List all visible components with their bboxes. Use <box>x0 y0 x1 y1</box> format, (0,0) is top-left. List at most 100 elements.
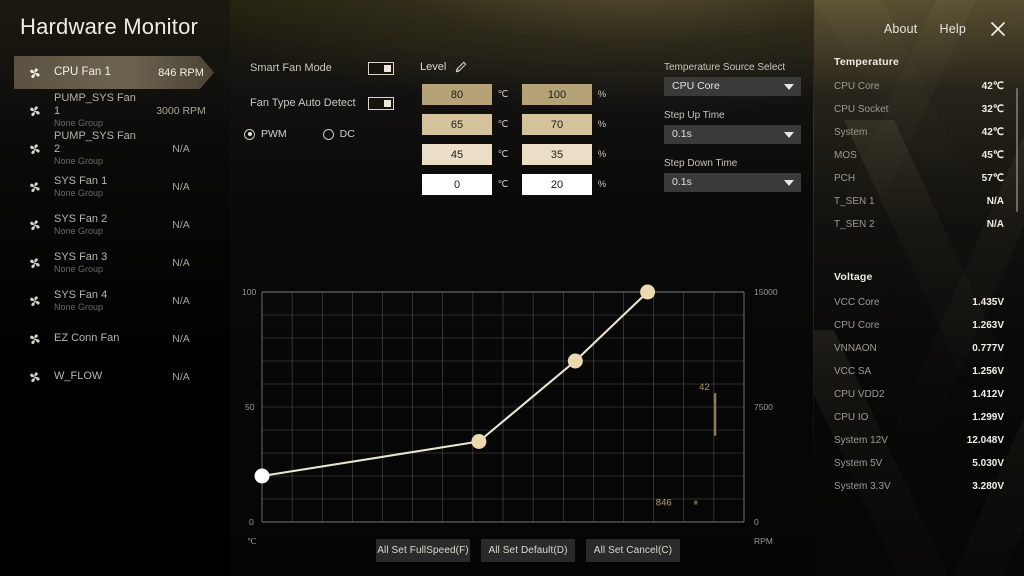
sensor-value: N/A <box>986 196 1004 207</box>
sensor-value: 1.299V <box>972 412 1004 423</box>
sidebar-item-cpu-fan-1[interactable]: CPU Fan 1 846 RPM <box>0 56 232 89</box>
radio-pwm[interactable]: PWM <box>244 128 287 140</box>
sidebar-item-value: 3000 RPM <box>156 104 206 117</box>
sensor-name: CPU VDD2 <box>834 389 885 400</box>
about-link[interactable]: About <box>884 22 918 36</box>
sensor-value: N/A <box>986 219 1004 230</box>
fan-curve-point-3[interactable] <box>640 284 656 300</box>
level-temp-input-4[interactable] <box>422 174 492 195</box>
temp-source-select[interactable]: CPU Core <box>664 77 801 96</box>
sensor-panel-scrollbar[interactable] <box>1016 88 1018 212</box>
fan-icon <box>30 295 40 306</box>
level-temp-input-3[interactable] <box>422 144 492 165</box>
step-up-value: 0.1s <box>672 128 692 140</box>
step-down-select[interactable]: 0.1s <box>664 173 801 192</box>
sidebar-item-ez-conn-fan[interactable]: EZ Conn Fan N/A <box>0 322 232 355</box>
sensor-row-cpu-core: CPU Core 42℃ <box>834 75 1004 98</box>
smart-fan-mode-toggle[interactable] <box>368 62 394 75</box>
sidebar-item-pump-sys-fan-1[interactable]: PUMP_SYS Fan 1 None Group 3000 RPM <box>0 92 232 129</box>
voltage-row-vcc-sa: VCC SA 1.256V <box>834 360 1004 383</box>
radio-indicator <box>244 128 255 140</box>
sensor-value: 42℃ <box>981 127 1004 138</box>
temp-unit-1: ℃ <box>497 89 509 100</box>
all-set-default-button[interactable]: All Set Default(D) <box>481 539 575 562</box>
sensor-name: VNNAON <box>834 343 877 354</box>
fan-curve-point-0[interactable] <box>254 468 270 484</box>
page-title: Hardware Monitor <box>20 14 199 39</box>
sensor-value: 45℃ <box>981 150 1004 161</box>
fan-icon <box>30 257 40 268</box>
all-set-fullspeed-button[interactable]: All Set FullSpeed(F) <box>376 539 470 562</box>
level-header: Level <box>420 60 468 74</box>
smart-fan-mode-label: Smart Fan Mode <box>250 62 332 74</box>
voltage-row-cpu-core: CPU Core 1.263V <box>834 314 1004 337</box>
sensor-value: 42℃ <box>981 81 1004 92</box>
sensor-name: VCC Core <box>834 297 880 308</box>
temperature-section-title: Temperature <box>834 56 900 68</box>
sidebar-item-pump-sys-fan-2[interactable]: PUMP_SYS Fan 2 None Group N/A <box>0 130 232 167</box>
sidebar-item-value: N/A <box>172 218 190 231</box>
sidebar-item-label: PUMP_SYS Fan 2 <box>54 130 136 155</box>
fan-type-auto-detect-toggle[interactable] <box>368 97 394 110</box>
fan-curve-point-2[interactable] <box>567 353 583 369</box>
sensor-name: System 12V <box>834 435 888 446</box>
temp-source-value: CPU Core <box>672 80 720 92</box>
fan-curve-svg[interactable]: 42 846 <box>232 270 816 540</box>
sidebar-item-value: N/A <box>172 180 190 193</box>
x-axis-label: ℃ <box>247 536 257 546</box>
voltage-row-system-12v: System 12V 12.048V <box>834 429 1004 452</box>
sensor-value: 1.263V <box>972 320 1004 331</box>
action-button-row: All Set FullSpeed(F) All Set Default(D) … <box>376 539 680 562</box>
chart-current-temp-label: 42 <box>699 382 710 393</box>
level-duty-input-4[interactable] <box>522 174 592 195</box>
sidebar-item-text: PUMP_SYS Fan 2 None Group <box>54 130 144 167</box>
radio-dc[interactable]: DC <box>322 128 355 140</box>
radio-pwm-label: PWM <box>261 128 287 140</box>
level-duty-input-3[interactable] <box>522 144 592 165</box>
fan-curve-chart[interactable]: 42 846 100 50 0 15000 7500 0 ℃ RPM <box>232 270 816 570</box>
fan-curve-point-1[interactable] <box>471 434 487 449</box>
fan-mode-radio-group: PWM DC <box>244 128 355 140</box>
sensor-value: 1.256V <box>972 366 1004 377</box>
y-axis-tick-mid: 50 <box>245 402 255 412</box>
sidebar-item-label: SYS Fan 4 <box>54 288 108 301</box>
sensor-value: 32℃ <box>981 104 1004 115</box>
sidebar-item-text: CPU Fan 1 <box>54 66 144 79</box>
fan-icon <box>30 181 40 192</box>
sidebar-item-sys-fan-2[interactable]: SYS Fan 2 None Group N/A <box>0 208 232 241</box>
help-link[interactable]: Help <box>939 22 966 36</box>
sensor-name: System 5V <box>834 458 883 469</box>
sidebar-item-sys-fan-4[interactable]: SYS Fan 4 None Group N/A <box>0 284 232 317</box>
sensor-value: 12.048V <box>966 435 1004 446</box>
voltage-row-vcc-core: VCC Core 1.435V <box>834 291 1004 314</box>
sidebar-item-value: N/A <box>172 142 190 155</box>
sensor-value: 1.435V <box>972 297 1004 308</box>
sidebar-item-w-flow[interactable]: W_FLOW N/A <box>0 360 232 393</box>
hardware-monitor-window: Hardware Monitor About Help CPU Fan 1 84… <box>0 0 1024 576</box>
y-axis-tick-top: 100 <box>242 287 257 297</box>
sidebar-item-sys-fan-1[interactable]: SYS Fan 1 None Group N/A <box>0 170 232 203</box>
temp-unit-4: ℃ <box>497 179 509 190</box>
sidebar-item-label: EZ Conn Fan <box>54 332 120 345</box>
level-duty-input-2[interactable] <box>522 114 592 135</box>
sidebar-item-group: None Group <box>54 118 104 129</box>
level-duty-input-1[interactable] <box>522 84 592 105</box>
sidebar-item-sys-fan-3[interactable]: SYS Fan 3 None Group N/A <box>0 246 232 279</box>
sidebar-item-value: N/A <box>172 370 190 383</box>
sensor-name: T_SEN 2 <box>834 219 875 230</box>
edit-pencil-icon[interactable] <box>454 60 468 74</box>
voltage-row-cpu-vdd2: CPU VDD2 1.412V <box>834 383 1004 406</box>
sidebar-item-group: None Group <box>54 226 104 237</box>
temp-unit-2: ℃ <box>497 119 509 130</box>
level-temp-input-2[interactable] <box>422 114 492 135</box>
level-temp-input-1[interactable] <box>422 84 492 105</box>
close-icon[interactable] <box>988 19 1008 39</box>
fan-icon <box>30 67 40 78</box>
all-set-cancel-button[interactable]: All Set Cancel(C) <box>586 539 680 562</box>
sidebar-item-text: W_FLOW <box>54 370 144 383</box>
step-down-label: Step Down Time <box>664 158 738 169</box>
step-up-select[interactable]: 0.1s <box>664 125 801 144</box>
level-row-3: ℃ % <box>422 144 612 165</box>
sidebar-item-group: None Group <box>54 156 104 167</box>
sensor-name: MOS <box>834 150 857 161</box>
